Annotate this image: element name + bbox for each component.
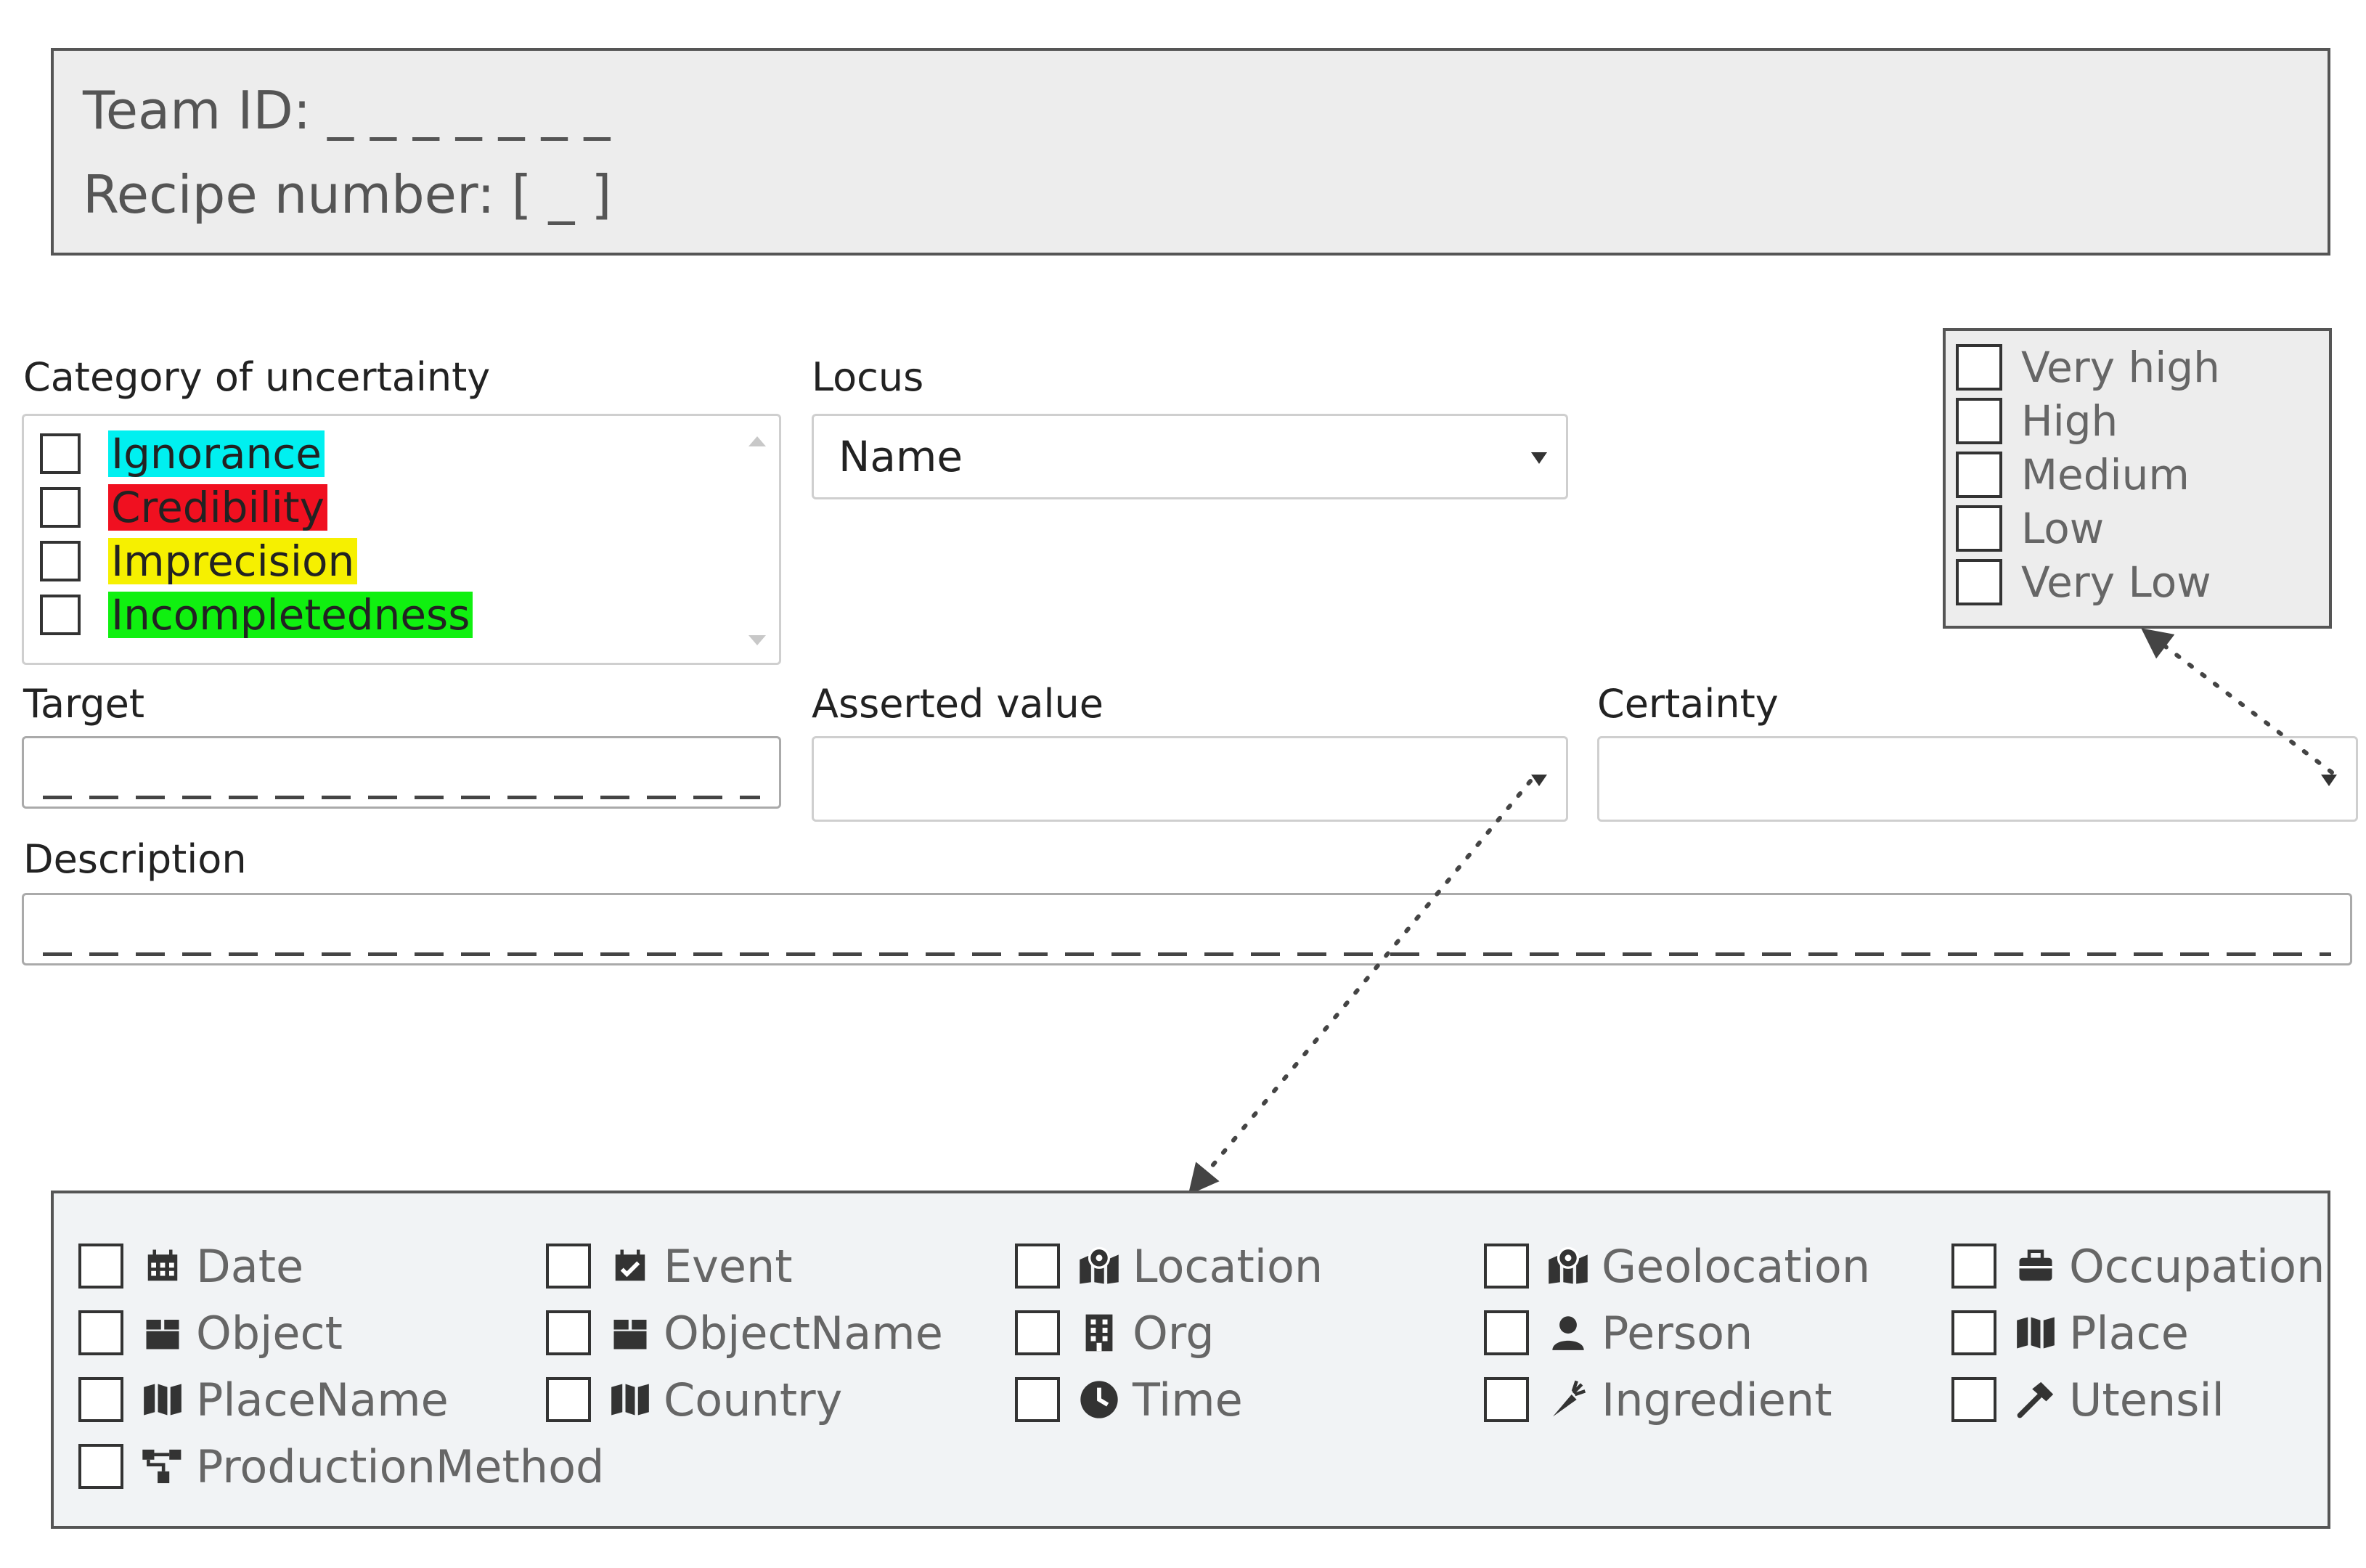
entity-type-label: Date — [196, 1239, 304, 1293]
map-marker-icon — [1077, 1244, 1121, 1288]
map-icon — [141, 1378, 184, 1421]
checkbox[interactable] — [1951, 1244, 1996, 1289]
certainty-arrow — [2141, 628, 2334, 775]
entity-type-label: ObjectName — [664, 1306, 943, 1360]
entity-type-option[interactable]: Event — [546, 1240, 793, 1293]
entity-type-option[interactable]: Person — [1484, 1307, 1753, 1360]
checkbox[interactable] — [78, 1377, 123, 1422]
entity-types-panel: Date Event Location Geolocation Occupation Ob… — [51, 1191, 2330, 1529]
entity-type-label: Ingredient — [1602, 1373, 1832, 1426]
entity-type-option[interactable]: Country — [546, 1373, 843, 1426]
checkbox[interactable] — [78, 1310, 123, 1355]
checkbox[interactable] — [1484, 1310, 1529, 1355]
entity-type-label: PlaceName — [196, 1373, 449, 1426]
map-icon — [608, 1378, 652, 1421]
clock-icon — [1077, 1378, 1121, 1421]
entity-type-option[interactable]: Geolocation — [1484, 1240, 1870, 1293]
checkbox[interactable] — [546, 1244, 591, 1289]
calendar-icon — [141, 1244, 184, 1288]
checkbox[interactable] — [1484, 1244, 1529, 1289]
entity-type-label: Country — [664, 1373, 843, 1426]
entity-type-label: Occupation — [2069, 1239, 2325, 1293]
checkbox[interactable] — [1484, 1377, 1529, 1422]
entity-type-option[interactable]: Place — [1951, 1307, 2189, 1360]
entity-type-label: Event — [664, 1239, 793, 1293]
map-icon — [2014, 1311, 2057, 1355]
map-marker-icon — [1546, 1244, 1590, 1288]
checkbox[interactable] — [1015, 1244, 1060, 1289]
briefcase-icon — [2014, 1244, 2057, 1288]
entity-type-label: Utensil — [2069, 1373, 2224, 1426]
asserted-value-arrow — [1188, 779, 1533, 1196]
entity-type-option[interactable]: Object — [78, 1307, 343, 1360]
entity-type-label: ProductionMethod — [196, 1440, 605, 1493]
entity-type-option[interactable]: Ingredient — [1484, 1373, 1832, 1426]
checkbox[interactable] — [1015, 1310, 1060, 1355]
entity-type-label: Place — [2069, 1306, 2189, 1360]
carrot-icon — [1546, 1378, 1590, 1421]
entity-type-option[interactable]: Occupation — [1951, 1240, 2325, 1293]
entity-type-option[interactable]: Location — [1015, 1240, 1323, 1293]
user-icon — [1546, 1311, 1590, 1355]
checkbox[interactable] — [1951, 1377, 1996, 1422]
hammer-icon — [2014, 1378, 2057, 1421]
checkbox[interactable] — [1015, 1377, 1060, 1422]
box-icon — [141, 1311, 184, 1355]
checkbox[interactable] — [546, 1310, 591, 1355]
entity-type-option[interactable]: Date — [78, 1240, 303, 1293]
entity-type-option[interactable]: Org — [1015, 1307, 1215, 1360]
entity-type-label: Org — [1133, 1306, 1215, 1360]
checkbox[interactable] — [1951, 1310, 1996, 1355]
box-icon — [608, 1311, 652, 1355]
calendar-check-icon — [608, 1244, 652, 1288]
entity-type-option[interactable]: PlaceName — [78, 1373, 449, 1426]
entity-type-option[interactable]: ObjectName — [546, 1307, 943, 1360]
entity-type-label: Object — [196, 1306, 343, 1360]
entity-type-option[interactable]: ProductionMethod — [78, 1440, 605, 1493]
checkbox[interactable] — [78, 1444, 123, 1489]
entity-type-label: Time — [1133, 1373, 1243, 1426]
entity-type-option[interactable]: Utensil — [1951, 1373, 2224, 1426]
checkbox[interactable] — [546, 1377, 591, 1422]
building-icon — [1077, 1311, 1121, 1355]
entity-type-label: Person — [1602, 1306, 1753, 1360]
entity-type-option[interactable]: Time — [1015, 1373, 1243, 1426]
sitemap-icon — [141, 1445, 184, 1488]
entity-type-label: Geolocation — [1602, 1239, 1871, 1293]
entity-type-label: Location — [1133, 1239, 1323, 1293]
checkbox[interactable] — [78, 1244, 123, 1289]
